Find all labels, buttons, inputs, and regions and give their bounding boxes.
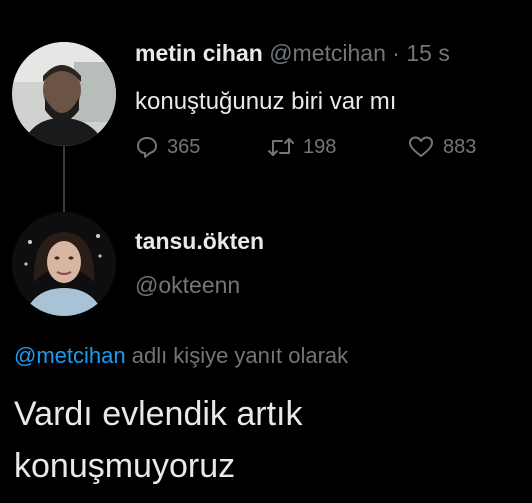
- reply-count: 365: [167, 135, 201, 158]
- reply-author-handle[interactable]: @okteenn: [135, 272, 240, 299]
- author-handle[interactable]: @metcihan: [269, 40, 386, 66]
- reply-author-avatar[interactable]: [12, 212, 116, 316]
- replying-to-context: @metcihan adlı kişiye yanıt olarak: [14, 343, 348, 369]
- author-avatar[interactable]: [12, 42, 116, 146]
- retweet-button[interactable]: 198: [267, 135, 336, 159]
- tweet-time[interactable]: 15 s: [406, 40, 449, 66]
- author-name[interactable]: metin cihan: [135, 40, 263, 66]
- author-line: metin cihan @metcihan · 15 s: [135, 40, 450, 67]
- reply-author-name[interactable]: tansu.ökten: [135, 228, 264, 255]
- reply-button[interactable]: 365: [135, 135, 200, 159]
- retweet-count: 198: [303, 135, 337, 158]
- reply-tweet-text: Vardı evlendik artık konuşmuyoruz: [14, 395, 303, 485]
- tweet-text: konuştuğunuz biri var mı: [135, 88, 397, 115]
- reply-icon: [135, 135, 159, 159]
- thread-line: [63, 140, 65, 212]
- heart-icon: [407, 135, 435, 159]
- like-button[interactable]: 883: [407, 135, 476, 159]
- mention-link[interactable]: @metcihan: [14, 343, 126, 368]
- retweet-icon: [267, 135, 295, 159]
- replying-to-label: adlı kişiye yanıt olarak: [125, 343, 349, 368]
- separator-dot: ·: [392, 40, 400, 66]
- like-count: 883: [443, 135, 477, 158]
